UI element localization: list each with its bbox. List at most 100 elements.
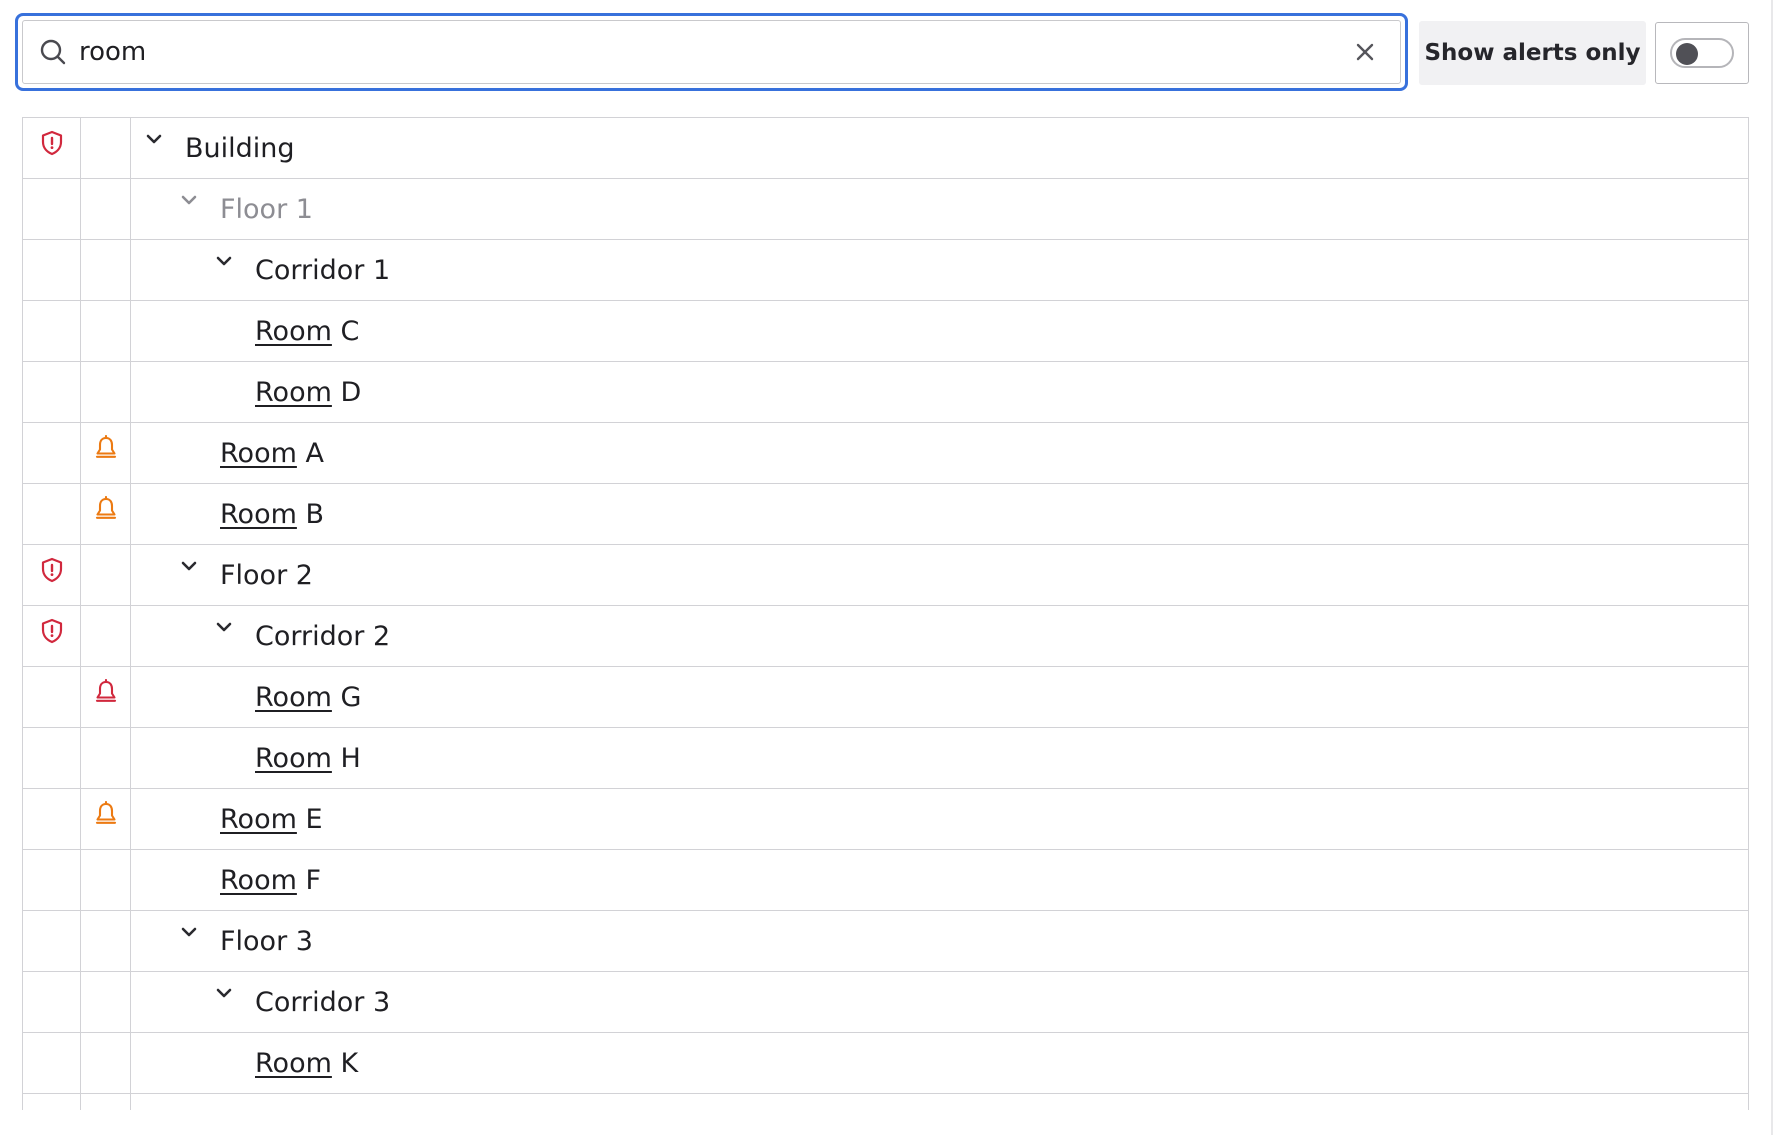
node-name-cell: Room B — [130, 484, 1749, 544]
node-label-suffix: E — [296, 803, 323, 835]
node-label-wrapper: Room A — [220, 423, 324, 483]
tree-row[interactable]: Room B — [22, 484, 1749, 545]
chevron-down-icon[interactable] — [145, 128, 185, 168]
tree-row[interactable]: Room F — [22, 850, 1749, 911]
node-label-wrapper: Corridor 3 — [215, 972, 390, 1032]
tree-row[interactable]: Room A — [22, 423, 1749, 484]
notification-cell — [80, 179, 130, 239]
tree-row[interactable]: Floor 2 — [22, 545, 1749, 606]
node-label-wrapper: Room K — [255, 1033, 358, 1093]
show-alerts-only-toggle[interactable] — [1655, 22, 1749, 84]
node-label[interactable]: Corridor 2 — [255, 621, 390, 652]
tree-row[interactable]: Room E — [22, 789, 1749, 850]
search-input[interactable] — [79, 32, 1348, 72]
node-name-cell: Room E — [130, 789, 1749, 849]
tree-row-partial — [22, 1094, 1749, 1110]
node-label[interactable]: Room C — [255, 316, 359, 347]
node-label[interactable]: Floor 3 — [220, 926, 313, 957]
node-label[interactable]: Building — [185, 133, 295, 164]
bell-warning-icon — [81, 801, 130, 827]
search-match-highlight: Room — [220, 803, 297, 835]
tree-row[interactable]: Floor 1 — [22, 179, 1749, 240]
scrollbar-track[interactable] — [1771, 0, 1773, 1135]
tree-row[interactable]: Room D — [22, 362, 1749, 423]
chevron-down-icon[interactable] — [215, 250, 255, 290]
search-match-highlight: Room — [255, 681, 332, 713]
name-cell — [130, 1094, 1749, 1110]
node-label-suffix: G — [331, 681, 362, 713]
node-label[interactable]: Room A — [220, 438, 324, 469]
node-label[interactable]: Room B — [220, 499, 324, 530]
chevron-down-icon[interactable] — [215, 616, 255, 656]
chevron-down-icon[interactable] — [180, 555, 220, 595]
node-label[interactable]: Room H — [255, 743, 361, 774]
node-label-wrapper: Room G — [255, 667, 361, 727]
tree-row[interactable]: Room G — [22, 667, 1749, 728]
node-name-cell: Room F — [130, 850, 1749, 910]
alert-cell — [22, 667, 80, 727]
node-name-cell: Room G — [130, 667, 1749, 727]
notification-cell — [80, 911, 130, 971]
node-label[interactable]: Corridor 1 — [255, 255, 390, 286]
tree-row[interactable]: Room H — [22, 728, 1749, 789]
search-match-highlight: Room — [255, 1047, 332, 1079]
node-label[interactable]: Room K — [255, 1048, 358, 1079]
node-label-suffix: H — [331, 742, 361, 774]
node-label-wrapper: Floor 2 — [180, 545, 313, 605]
node-label[interactable]: Room F — [220, 865, 321, 896]
node-label-wrapper: Room B — [220, 484, 324, 544]
node-name-cell: Room K — [130, 1033, 1749, 1093]
chevron-down-icon[interactable] — [180, 189, 220, 229]
node-label-wrapper: Room H — [255, 728, 361, 788]
show-alerts-only-label: Show alerts only — [1419, 21, 1646, 85]
tree-row[interactable]: Corridor 1 — [22, 240, 1749, 301]
alert-cell — [22, 972, 80, 1032]
toggle-knob — [1676, 43, 1698, 65]
search-match-highlight: Room — [220, 437, 297, 469]
node-name-cell: Room H — [130, 728, 1749, 788]
search-match-highlight: Room — [255, 315, 332, 347]
alert-cell — [22, 423, 80, 483]
tree-row[interactable]: Floor 3 — [22, 911, 1749, 972]
node-label[interactable]: Floor 1 — [220, 194, 313, 225]
clear-search-icon[interactable] — [1348, 35, 1382, 69]
node-label[interactable]: Room E — [220, 804, 323, 835]
node-label-wrapper: Floor 1 — [180, 179, 313, 239]
bell-warning-icon — [81, 435, 130, 461]
alert-cell — [22, 850, 80, 910]
tree-row[interactable]: Building — [22, 118, 1749, 179]
shield-alert-icon — [23, 130, 80, 156]
alert-cell — [22, 911, 80, 971]
alert-cell — [22, 789, 80, 849]
node-label-wrapper: Corridor 2 — [215, 606, 390, 666]
node-label[interactable]: Corridor 3 — [255, 987, 390, 1018]
notification-cell — [80, 118, 130, 178]
notification-cell — [80, 362, 130, 422]
alert-cell — [22, 728, 80, 788]
notification-cell — [80, 850, 130, 910]
node-label-suffix: F — [296, 864, 322, 896]
alert-cell — [22, 484, 80, 544]
tree-row[interactable]: Room K — [22, 1033, 1749, 1094]
node-label[interactable]: Room D — [255, 377, 361, 408]
notification-cell — [80, 728, 130, 788]
node-label-suffix: A — [296, 437, 324, 469]
search-field[interactable] — [15, 13, 1408, 91]
node-name-cell: Room C — [130, 301, 1749, 361]
bell-warning-icon — [81, 496, 130, 522]
node-name-cell: Corridor 3 — [130, 972, 1749, 1032]
shield-alert-icon — [23, 618, 80, 644]
alert-cell — [22, 301, 80, 361]
search-box — [22, 20, 1401, 84]
node-label[interactable]: Floor 2 — [220, 560, 313, 591]
tree-row[interactable]: Corridor 3 — [22, 972, 1749, 1033]
search-icon — [39, 38, 67, 66]
chevron-down-icon[interactable] — [215, 982, 255, 1022]
tree-row[interactable]: Room C — [22, 301, 1749, 362]
notification-cell — [80, 972, 130, 1032]
node-label-suffix: D — [331, 376, 362, 408]
tree-row[interactable]: Corridor 2 — [22, 606, 1749, 667]
notification-cell — [80, 789, 130, 849]
node-label[interactable]: Room G — [255, 682, 361, 713]
chevron-down-icon[interactable] — [180, 921, 220, 961]
